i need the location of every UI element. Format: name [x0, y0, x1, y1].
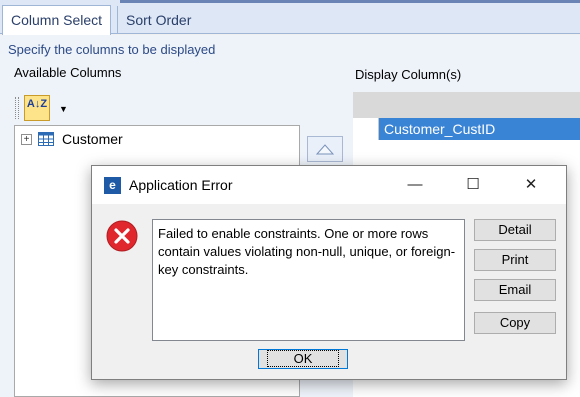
tab-sort-order[interactable]: Sort Order: [117, 6, 199, 34]
print-button[interactable]: Print: [474, 249, 556, 271]
maximize-button[interactable]: ☐: [450, 166, 496, 204]
row-header[interactable]: [353, 118, 379, 140]
available-columns-label: Available Columns: [14, 65, 122, 80]
close-button[interactable]: ✕: [508, 166, 554, 204]
ok-button-label: OK: [266, 350, 340, 367]
sort-alphabetical-button[interactable]: A↓Z: [24, 95, 50, 121]
minimize-button[interactable]: —: [392, 166, 438, 204]
grid-row[interactable]: Customer_CustID: [353, 118, 580, 140]
tab-strip-accent-line: [120, 0, 580, 3]
available-toolbar: A↓Z ▼: [12, 92, 84, 124]
tree-node-customer[interactable]: + Customer: [21, 130, 123, 148]
tree-node-label: Customer: [62, 131, 123, 147]
detail-button[interactable]: Detail: [474, 219, 556, 241]
sort-dropdown-arrow-icon[interactable]: ▼: [59, 104, 68, 114]
expand-icon[interactable]: +: [21, 133, 32, 145]
move-up-button[interactable]: [307, 136, 343, 162]
grid-cell-selected[interactable]: Customer_CustID: [379, 118, 580, 140]
ok-button[interactable]: OK: [258, 349, 348, 369]
error-message-box[interactable]: Failed to enable constraints. One or mor…: [152, 219, 465, 341]
copy-button[interactable]: Copy: [474, 312, 556, 334]
grid-header: [353, 92, 580, 118]
instructions-text: Specify the columns to be displayed: [8, 42, 216, 57]
display-columns-label: Display Column(s): [355, 67, 462, 82]
table-icon: [38, 132, 54, 146]
tab-strip: Column Select Sort Order: [0, 0, 580, 35]
tab-column-select[interactable]: Column Select: [2, 5, 112, 35]
dialog-body: Failed to enable constraints. One or mor…: [92, 204, 566, 379]
error-icon: [106, 220, 138, 252]
sort-az-icon: A↓Z: [26, 98, 48, 110]
application-error-dialog: e Application Error — ☐ ✕ Failed to enab…: [91, 165, 567, 380]
app-logo-icon: e: [104, 177, 121, 194]
toolbar-grip[interactable]: [15, 97, 19, 119]
dialog-titlebar[interactable]: e Application Error — ☐ ✕: [92, 166, 566, 204]
email-button[interactable]: Email: [474, 279, 556, 301]
triangle-up-icon: [315, 144, 335, 155]
dialog-title: Application Error: [129, 177, 233, 193]
